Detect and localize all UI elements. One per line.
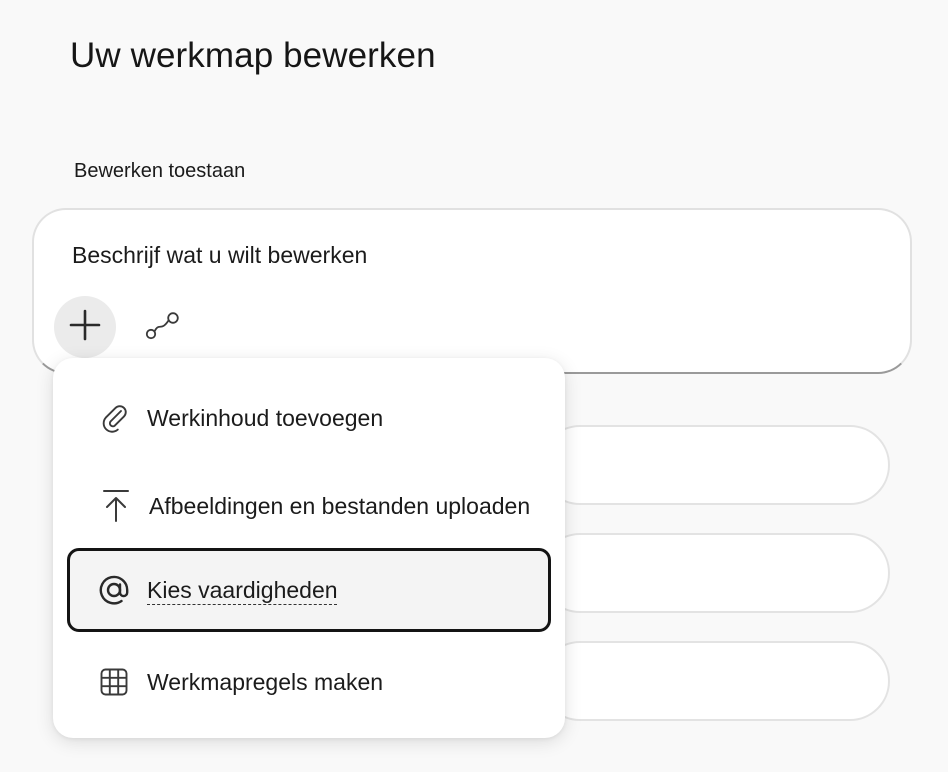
paperclip-icon	[97, 401, 131, 435]
prompt-input[interactable]: Beschrijf wat u wilt bewerken	[72, 242, 367, 269]
menu-item-label: Afbeeldingen en bestanden uploaden	[149, 492, 531, 519]
menu-item-choose-skills[interactable]: Kies vaardigheden	[67, 548, 551, 632]
menu-item-workbook-rules[interactable]: Werkmapregels maken	[67, 640, 551, 724]
background-card[interactable]	[540, 425, 890, 505]
menu-item-upload-files[interactable]: Afbeeldingen en bestanden uploaden	[67, 464, 551, 548]
prompt-composer[interactable]: Beschrijf wat u wilt bewerken	[32, 208, 912, 374]
menu-item-label: Werkinhoud toevoegen	[147, 404, 384, 431]
background-card[interactable]	[540, 641, 890, 721]
connector-icon	[144, 311, 180, 346]
add-menu: Werkinhoud toevoegen Afbeeldingen en bes…	[53, 358, 565, 738]
connector-button[interactable]	[142, 310, 182, 346]
page-title: Uw werkmap bewerken	[70, 36, 436, 75]
plus-icon	[68, 308, 102, 347]
grid-icon	[97, 665, 131, 699]
add-button[interactable]	[54, 296, 116, 358]
background-card[interactable]	[540, 533, 890, 613]
menu-item-add-work-content[interactable]: Werkinhoud toevoegen	[67, 376, 551, 460]
menu-item-label: Kies vaardigheden	[147, 576, 338, 603]
menu-item-label: Werkmapregels maken	[147, 668, 384, 695]
at-sign-icon	[97, 573, 131, 607]
upload-icon	[99, 489, 133, 523]
section-label: Bewerken toestaan	[74, 160, 246, 182]
